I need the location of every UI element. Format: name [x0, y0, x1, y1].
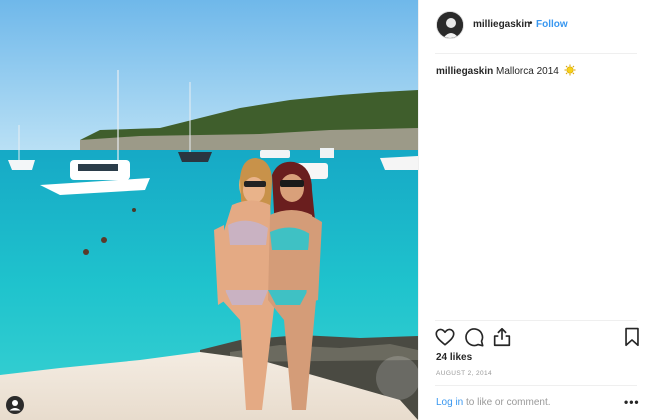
header-username[interactable]: milliegaskin [473, 19, 530, 30]
avatar[interactable] [436, 11, 464, 39]
follow-button[interactable]: Follow [536, 19, 568, 30]
actions-divider [435, 320, 637, 321]
caption-username[interactable]: milliegaskin [436, 66, 493, 77]
post-side-panel: milliegaskin • Follow milliegaskin Mallo… [418, 0, 652, 420]
post-actions [419, 324, 652, 352]
login-prompt: Log in to like or comment. [436, 397, 551, 408]
login-prompt-text: to like or comment. [466, 397, 551, 408]
bookmark-icon[interactable] [621, 326, 643, 348]
sun-emoji-icon [564, 64, 576, 76]
post-caption: milliegaskin Mallorca 2014 [436, 64, 636, 78]
post-photo[interactable] [0, 0, 418, 420]
header-divider [435, 53, 637, 54]
header-separator: • [529, 18, 533, 29]
login-link[interactable]: Log in [436, 397, 463, 408]
comment-divider [435, 385, 637, 386]
post-header: milliegaskin • Follow [419, 0, 652, 52]
instagram-post: milliegaskin • Follow milliegaskin Mallo… [0, 0, 652, 420]
heart-icon[interactable] [434, 326, 456, 348]
caption-text: Mallorca 2014 [496, 66, 559, 77]
likes-count[interactable]: 24 likes [436, 352, 472, 363]
comment-icon[interactable] [463, 326, 485, 348]
share-icon[interactable] [491, 326, 513, 348]
post-date: AUGUST 2, 2014 [436, 370, 493, 377]
more-options-button[interactable]: ••• [624, 395, 640, 409]
beach-photo-illustration [0, 0, 418, 420]
tagged-user-icon[interactable] [6, 396, 24, 414]
